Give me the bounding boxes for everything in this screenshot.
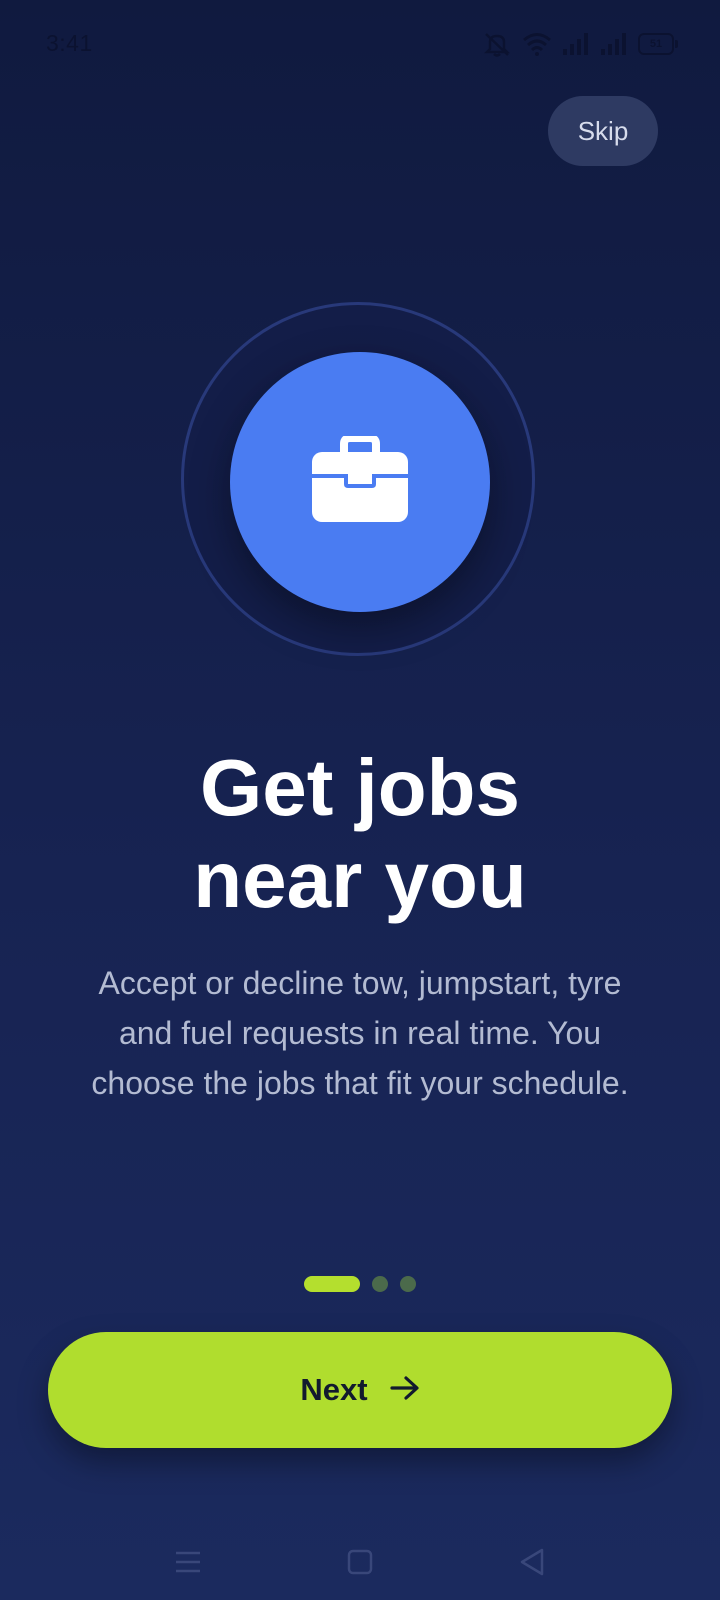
page-indicator — [0, 1276, 720, 1292]
hero-circle — [230, 352, 490, 612]
page-dot — [400, 1276, 416, 1292]
status-time: 3:41 — [46, 30, 93, 56]
title-line-2: near you — [193, 835, 527, 924]
page-title: Get jobs near you — [0, 742, 720, 926]
home-icon[interactable] — [340, 1542, 380, 1582]
next-label: Next — [300, 1372, 368, 1407]
mute-icon — [482, 31, 512, 57]
menu-icon[interactable] — [168, 1542, 208, 1582]
skip-button[interactable]: Skip — [548, 96, 658, 166]
page-dot-active — [304, 1276, 360, 1292]
signal-icon — [600, 33, 628, 55]
status-icons: 51 — [482, 30, 678, 58]
title-line-1: Get jobs — [199, 743, 521, 832]
signal-icon — [562, 33, 590, 55]
arrow-right-icon — [389, 1375, 420, 1406]
page-subtitle: Accept or decline tow, jumpstart, tyre a… — [91, 965, 629, 1101]
page-dot — [372, 1276, 388, 1292]
back-icon[interactable] — [512, 1542, 552, 1582]
status-bar: 3:41 51 — [0, 0, 720, 88]
battery-icon: 51 — [638, 33, 678, 55]
wifi-icon — [522, 32, 552, 56]
briefcase-icon — [310, 433, 410, 529]
system-nav-bar — [0, 1520, 720, 1600]
next-button[interactable]: Next — [48, 1332, 672, 1448]
